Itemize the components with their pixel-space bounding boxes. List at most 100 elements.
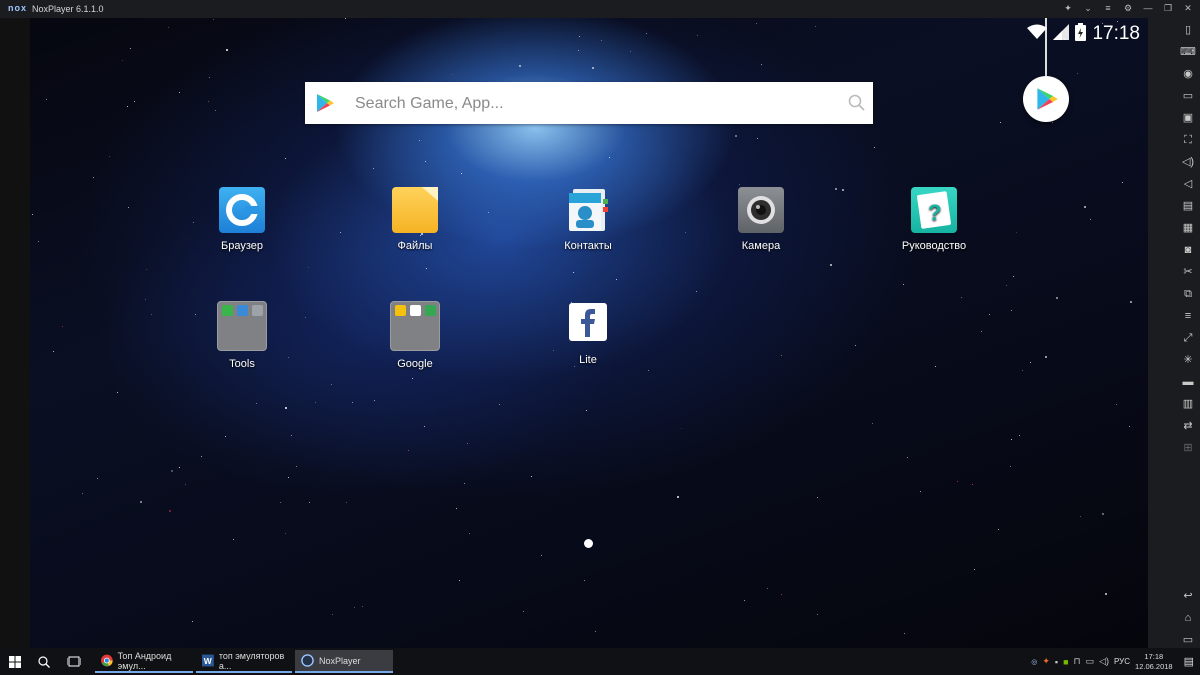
star <box>345 502 347 504</box>
screen-icon[interactable]: ▭ <box>1180 88 1196 104</box>
star <box>960 297 962 299</box>
star <box>592 66 595 69</box>
folder-google[interactable]: Google <box>365 301 465 370</box>
star <box>541 554 543 556</box>
wifi-icon <box>1027 24 1048 45</box>
clock-time: 17:18 <box>1144 651 1164 661</box>
taskbar-item-label: топ эмуляторов а... <box>218 650 285 671</box>
star <box>127 207 129 209</box>
star <box>373 399 375 401</box>
status-time: 17:18 <box>1092 23 1140 44</box>
star <box>285 407 288 410</box>
maximize-button[interactable]: ❐ <box>1162 2 1174 14</box>
app-contacts[interactable]: Контакты <box>538 187 638 252</box>
app-facebook-lite[interactable]: Lite <box>538 303 638 366</box>
star <box>423 426 425 428</box>
star <box>1121 182 1123 184</box>
task-view-icon[interactable] <box>67 648 81 675</box>
camera-icon[interactable]: ◙ <box>1180 242 1196 258</box>
volume-up-icon[interactable]: ◁) <box>1180 154 1196 170</box>
minimize-button[interactable]: — <box>1142 2 1154 14</box>
search-bar[interactable] <box>305 82 873 124</box>
menu-icon[interactable]: ≡ <box>1180 308 1196 324</box>
volume-down-icon[interactable]: ◁ <box>1180 176 1196 192</box>
screenshot-icon[interactable]: ▣ <box>1180 110 1196 126</box>
star <box>256 402 258 404</box>
star <box>121 60 123 62</box>
star <box>146 269 148 271</box>
star <box>645 32 647 34</box>
taskbar-clock[interactable]: 17:18 12.06.2018 <box>1135 652 1173 672</box>
gift-icon[interactable]: ✦ <box>1062 2 1074 14</box>
app-camera[interactable]: Камера <box>711 187 811 252</box>
keyboard-icon[interactable]: ⌨ <box>1180 44 1196 60</box>
guide-icon: ? <box>911 187 957 233</box>
cut-icon[interactable]: ✂ <box>1180 264 1196 280</box>
browser-icon <box>219 187 265 233</box>
star <box>816 614 818 616</box>
search-input[interactable] <box>353 90 827 118</box>
star <box>1005 284 1007 286</box>
play-store-bubble[interactable] <box>1023 76 1069 122</box>
search-icon[interactable] <box>848 94 865 116</box>
folder-label: Google <box>397 358 433 370</box>
star <box>1129 426 1131 428</box>
start-button[interactable] <box>9 648 21 675</box>
nvidia-tray-icon[interactable]: ■ <box>1063 657 1068 667</box>
star <box>233 538 235 540</box>
taskbar-item-noxplayer[interactable]: NoxPlayer <box>295 650 393 673</box>
star <box>81 493 83 495</box>
network-tray-icon[interactable]: ▪ <box>1055 657 1058 667</box>
fullscreen-icon[interactable]: ⛶ <box>1180 132 1196 148</box>
star <box>1045 355 1048 358</box>
star <box>468 532 470 534</box>
star <box>144 299 146 301</box>
page-indicator-dot <box>584 539 593 548</box>
chevron-down-icon[interactable]: ⌄ <box>1082 2 1094 14</box>
star <box>872 422 874 424</box>
shared-folder-icon[interactable]: ▦ <box>1180 220 1196 236</box>
star <box>424 160 426 162</box>
sync-icon[interactable]: ⇄ <box>1180 418 1196 434</box>
nox-tray-icon[interactable]: ◎ <box>1031 658 1037 666</box>
menu-icon[interactable]: ≡ <box>1102 2 1114 14</box>
back-icon[interactable]: ↩ <box>1180 588 1196 604</box>
home-icon[interactable]: ⌂ <box>1180 610 1196 626</box>
close-button[interactable]: ✕ <box>1182 2 1194 14</box>
recent-apps-icon[interactable]: ▭ <box>1180 632 1196 648</box>
phone-icon[interactable]: ▯ <box>1180 22 1196 38</box>
network-icon[interactable]: ▭ <box>1086 656 1095 667</box>
folder-tools[interactable]: Tools <box>192 301 292 370</box>
link-icon[interactable]: ⤢ <box>1180 330 1196 346</box>
video-record-icon[interactable]: ▬ <box>1180 374 1196 390</box>
google-folder-icon <box>390 301 440 351</box>
app-guide[interactable]: ? Руководство <box>884 187 984 252</box>
star <box>780 355 782 357</box>
system-tray: ◎ ✦ ▪ ■ ⊓ ▭ ◁) РУС 17:18 12.06.2018 ▤ <box>1031 648 1200 675</box>
notifications-icon[interactable]: ▤ <box>1184 655 1194 668</box>
star <box>354 607 356 609</box>
star <box>586 410 588 412</box>
folder-label: Tools <box>229 358 255 370</box>
star <box>487 211 489 213</box>
star <box>407 449 409 451</box>
loading-icon[interactable]: ✳ <box>1180 352 1196 368</box>
app-browser[interactable]: Браузер <box>192 187 292 252</box>
star <box>816 496 818 498</box>
app-files[interactable]: Файлы <box>365 187 465 252</box>
taskbar-item-chrome[interactable]: Топ Андроид эмул... <box>95 650 193 673</box>
volume-icon[interactable]: ◁) <box>1099 656 1109 667</box>
star <box>171 469 174 472</box>
star <box>523 610 525 612</box>
settings-grid-icon[interactable]: ⊞ <box>1180 440 1196 456</box>
settings-icon[interactable]: ⚙ <box>1122 2 1134 14</box>
usb-tray-icon[interactable]: ⊓ <box>1074 656 1081 667</box>
app-tray-icon[interactable]: ✦ <box>1042 656 1050 667</box>
location-icon[interactable]: ◉ <box>1180 66 1196 82</box>
taskbar-item-word[interactable]: W топ эмуляторов а... <box>196 650 292 673</box>
search-icon[interactable] <box>38 648 50 675</box>
multi-instance-icon[interactable]: ⧉ <box>1180 286 1196 302</box>
language-indicator[interactable]: РУС <box>1114 657 1130 666</box>
macro-icon[interactable]: ▥ <box>1180 396 1196 412</box>
apk-install-icon[interactable]: ▤ <box>1180 198 1196 214</box>
